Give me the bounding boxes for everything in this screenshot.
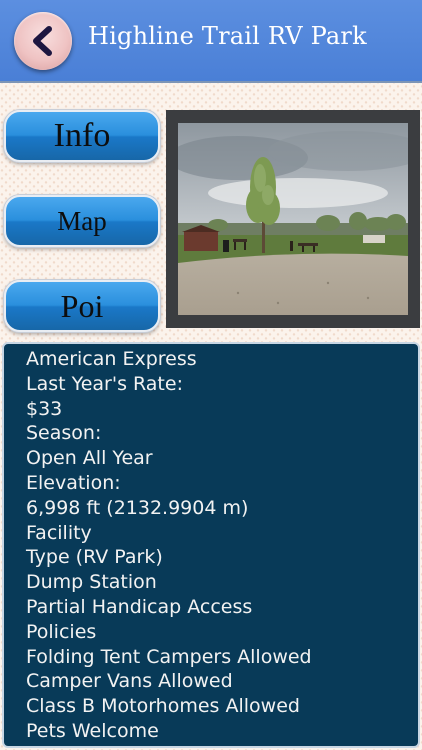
back-button[interactable]: [14, 12, 72, 70]
details-line: Facility: [26, 521, 92, 544]
details-line: Type (RV Park): [26, 546, 163, 569]
details-line: Partial Handicap Access: [26, 595, 253, 618]
map-button-label: Map: [57, 206, 107, 236]
chevron-left-icon: [33, 26, 52, 56]
details-line: Camper Vans Allowed: [26, 670, 233, 693]
details-line: American Express: [26, 348, 197, 370]
details-line: Class B Motorhomes Allowed: [26, 695, 300, 718]
details-line: Elevation:: [26, 471, 121, 494]
campground-photo-frame: [166, 110, 420, 328]
details-panel[interactable]: American Express Last Year's Rate: $33 Seas…: [2, 342, 420, 748]
map-button[interactable]: Map: [4, 195, 160, 247]
details-line: 6,998 ft (2132.9904 m): [26, 496, 249, 519]
poi-button-label: Poi: [60, 288, 104, 324]
details-line: Dump Station: [26, 571, 157, 594]
info-button[interactable]: Info: [4, 110, 160, 162]
scrollbar[interactable]: [411, 344, 415, 404]
details-line: Last Year's Rate:: [26, 372, 183, 395]
poi-button[interactable]: Poi: [4, 280, 160, 332]
details-line: Pets Welcome: [26, 719, 159, 742]
details-line: Policies: [26, 620, 97, 643]
details-line: Folding Tent Campers Allowed: [26, 645, 312, 668]
details-line: Open All Year: [26, 447, 153, 470]
details-line: Season:: [26, 422, 102, 445]
app-header: Highline Trail RV Park: [0, 0, 422, 83]
page-title: Highline Trail RV Park: [88, 22, 367, 50]
campground-photo: [178, 123, 408, 315]
details-list: American Express Last Year's Rate: $33 Seas…: [26, 347, 312, 744]
info-button-label: Info: [53, 117, 111, 154]
details-line: $33: [26, 397, 63, 420]
